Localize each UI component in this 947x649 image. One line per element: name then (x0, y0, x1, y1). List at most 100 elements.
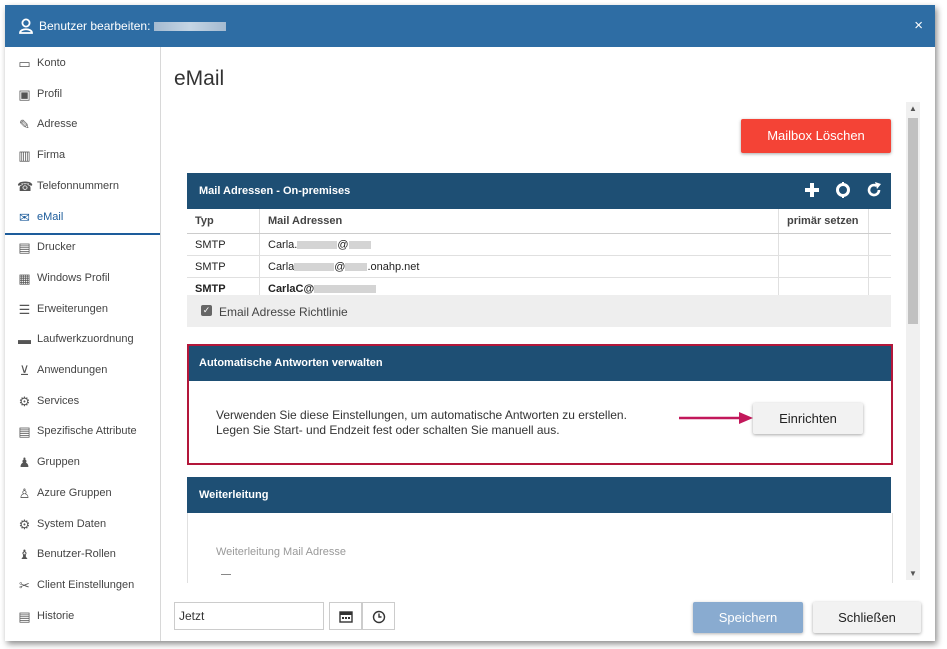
table-header-row: Typ Mail Adressen primär setzen (187, 209, 891, 234)
sidebar-item-adresse[interactable]: ✎ Adresse (5, 109, 160, 140)
sidebar-item-laufwerkzuordnung[interactable]: ▬ Laufwerkzuordnung (5, 324, 160, 355)
auto-reply-panel: Automatische Antworten verwalten Verwend… (187, 344, 893, 465)
forwarding-panel-header: Weiterleitung (187, 477, 891, 513)
sidebar-item-gruppen[interactable]: ♟ Gruppen (5, 447, 160, 478)
sidebar-item-label: Firma (37, 149, 66, 162)
table-row[interactable]: SMTP Carla. @ (187, 233, 891, 256)
refresh-icon[interactable] (865, 181, 883, 199)
list-icon: ☰ (18, 301, 31, 317)
sidebar-item-label: Erweiterungen (37, 302, 108, 315)
sidebar-item-label: System Daten (37, 517, 107, 530)
time-button[interactable] (362, 602, 395, 630)
sidebar-item-firma[interactable]: ▥ Firma (5, 140, 160, 171)
delete-mailbox-button[interactable]: Mailbox Löschen (741, 119, 891, 153)
sidebar-item-drucker[interactable]: ▤ Drucker (5, 232, 160, 263)
edit-user-dialog: Benutzer bearbeiten: × ▭ Konto ▣ Profil ✎ Adr… (5, 5, 935, 641)
sidebar-item-historie[interactable]: ▤ Historie (5, 601, 160, 632)
sidebar-item-konto[interactable]: ▭ Konto (5, 48, 160, 79)
cart-icon: ⊻ (19, 363, 30, 378)
sidebar-item-label: Adresse (37, 118, 78, 131)
history-icon: ▤ (18, 608, 31, 624)
redacted-username (154, 22, 227, 32)
close-icon[interactable]: × (914, 17, 923, 34)
drive-icon: ▬ (18, 332, 31, 348)
scroll-down-icon[interactable]: ▼ (909, 569, 917, 578)
forwarding-title: Weiterleitung (199, 489, 269, 501)
cell-primary[interactable] (778, 233, 869, 256)
users-icon: ♟ (18, 455, 31, 471)
sidebar-item-label: Anwendungen (37, 364, 108, 376)
redacted-text (348, 240, 371, 249)
sidebar-item-benutzer-rollen[interactable]: ♝ Benutzer-Rollen (5, 539, 160, 570)
mail-panel-title: Mail Adressen - On-premises (199, 185, 351, 197)
email-policy-row: ✓ Email Adresse Richtlinie (187, 295, 891, 327)
auto-reply-panel-header: Automatische Antworten verwalten (189, 346, 891, 381)
table-row[interactable]: SMTP Carla @ .onahp.net (187, 255, 891, 278)
address-end: .onahp.net (367, 260, 420, 273)
sidebar-item-label: Spezifische Attribute (37, 425, 137, 438)
auto-reply-line1: Verwenden Sie diese Einstellungen, um au… (216, 408, 627, 422)
scroll-up-icon[interactable]: ▲ (909, 104, 917, 113)
clock-icon (372, 610, 386, 624)
sidebar-item-services[interactable]: ⚙ Services (5, 386, 160, 417)
forwarding-input[interactable] (221, 574, 231, 575)
user-role-icon: ♝ (18, 547, 31, 563)
redacted-text (294, 262, 335, 271)
sidebar-item-client-einstellungen[interactable]: ✂ Client Einstellungen (5, 570, 160, 601)
sidebar-item-system-daten[interactable]: ⚙ System Daten (5, 509, 160, 540)
address-start: Carla. (268, 238, 298, 251)
sidebar-item-azure-gruppen[interactable]: ♙ Azure Gruppen (5, 478, 160, 509)
user-icon (19, 18, 33, 34)
auto-reply-line2: Legen Sie Start- und Endzeit fest oder s… (216, 423, 560, 437)
close-button[interactable]: Schließen (813, 602, 921, 633)
sidebar-item-label: Laufwerkzuordnung (37, 333, 134, 346)
date-input[interactable]: Jetzt (174, 602, 324, 630)
sidebar-item-label: Drucker (37, 241, 76, 254)
sidebar-item-spezifische-attribute[interactable]: ▤ Spezifische Attribute (5, 416, 160, 447)
sidebar-item-erweiterungen[interactable]: ☰ Erweiterungen (5, 294, 160, 325)
mail-icon: ✉ (19, 209, 30, 225)
wrench-icon: ✂ (19, 577, 30, 593)
auto-reply-title: Automatische Antworten verwalten (199, 357, 383, 369)
save-button[interactable]: Speichern (693, 602, 803, 633)
address-start: Carla (268, 260, 295, 273)
phone-icon: ☎ (17, 178, 34, 194)
sidebar-item-telefonnummern[interactable]: ☎ Telefonnummern (5, 171, 160, 202)
card-icon: ▭ (18, 56, 31, 71)
save-icon: ▦ (18, 270, 31, 286)
user-outline-icon: ♙ (18, 485, 31, 501)
cell-primary[interactable] (778, 255, 869, 278)
sidebar-item-label: Telefonnummern (37, 179, 119, 192)
add-icon[interactable] (803, 181, 821, 199)
dialog-title: Benutzer bearbeiten: (39, 19, 227, 33)
printer-icon: ▤ (18, 240, 31, 256)
sync-icon[interactable] (834, 181, 852, 199)
sidebar-item-profil[interactable]: ▣ Profil (5, 79, 160, 110)
mail-addresses-table: Typ Mail Adressen primär setzen SMTP Carl… (187, 209, 891, 300)
sidebar-item-label: eMail (37, 210, 64, 223)
calendar-icon (339, 611, 353, 623)
email-policy-checkbox[interactable]: ✓ (201, 305, 212, 316)
sidebar-item-anwendungen[interactable]: ⊻ Anwendungen (5, 355, 160, 386)
scrollbar-thumb[interactable] (908, 118, 918, 324)
sidebar-item-label: Konto (37, 57, 66, 69)
address-start: CarlaC@ (268, 282, 315, 295)
cell-address: Carla @ .onahp.net (259, 255, 779, 278)
main-content: eMail ▲ ▼ Mailbox Löschen Mail Adressen … (161, 47, 935, 641)
arrow-right-icon (679, 412, 753, 424)
address-mid: @ (337, 238, 349, 251)
edit-icon: ✎ (19, 117, 30, 133)
gear-icon: ⚙ (18, 393, 31, 409)
scrollbar[interactable]: ▲ ▼ (906, 102, 920, 580)
sidebar-item-label: Historie (37, 609, 75, 622)
profile-icon: ▣ (18, 86, 31, 102)
sidebar-item-label: Profil (37, 87, 63, 100)
cogs-icon: ⚙ (18, 516, 31, 532)
redacted-text (297, 240, 338, 249)
sidebar-item-label: Services (37, 394, 80, 407)
setup-button[interactable]: Einrichten (753, 403, 863, 434)
calendar-button[interactable] (329, 602, 362, 630)
forwarding-field-label: Weiterleitung Mail Adresse (216, 546, 347, 558)
sidebar-item-email[interactable]: ✉ eMail (5, 202, 160, 235)
sidebar-item-windows-profil[interactable]: ▦ Windows Profil (5, 263, 160, 294)
